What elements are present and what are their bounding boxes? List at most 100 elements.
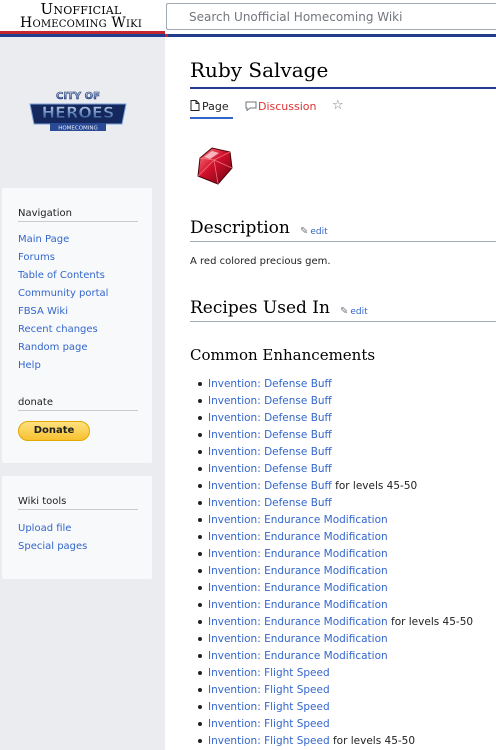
bullet-icon — [198, 569, 202, 573]
common-enhancements-heading: Common Enhancements — [190, 346, 376, 364]
logo-text-sub: HOMECOMING — [58, 126, 98, 132]
recipe-link[interactable]: Invention: Defense Buff — [208, 395, 332, 407]
bullet-icon — [198, 671, 202, 675]
logo-text-top: CITY OF — [56, 91, 100, 102]
sidebar: CITY OF HEROES HOMECOMING Navigation Mai… — [0, 37, 165, 750]
description-edit-label[interactable]: edit — [310, 227, 327, 237]
list-item: Invention: Defense Buff — [195, 462, 473, 479]
tab-discussion-label[interactable]: Discussion — [258, 100, 317, 113]
bullet-icon — [198, 688, 202, 692]
bullet-icon — [198, 535, 202, 539]
page-title-underline — [190, 87, 496, 89]
recipe-suffix: for levels 45-50 — [387, 616, 474, 628]
ruby-gem-icon — [197, 147, 233, 185]
description-heading: Description — [190, 218, 290, 238]
recipes-edit-link[interactable]: ✎ edit — [340, 306, 368, 317]
recipe-link[interactable]: Invention: Defense Buff — [208, 412, 332, 424]
recipe-link[interactable]: Invention: Endurance Modification — [208, 650, 388, 662]
recipe-link[interactable]: Invention: Endurance Modification — [208, 582, 388, 594]
recipes-heading: Recipes Used In — [190, 298, 330, 318]
navigation-heading: Navigation — [18, 208, 72, 219]
search-box[interactable] — [166, 3, 496, 30]
tab-page-underline — [190, 117, 233, 119]
bullet-icon — [198, 416, 202, 420]
tab-page-label[interactable]: Page — [202, 100, 229, 113]
navigation-rule — [18, 221, 138, 222]
bullet-icon — [198, 518, 202, 522]
wiki-tools-rule — [18, 509, 138, 510]
bullet-icon — [198, 654, 202, 658]
sidebar-item-random-page[interactable]: Random page — [18, 342, 88, 353]
page-icon — [190, 100, 200, 111]
bullet-icon — [198, 637, 202, 641]
donate-rule — [18, 410, 138, 411]
recipe-link[interactable]: Invention: Endurance Modification — [208, 633, 388, 645]
site-title-line1[interactable]: Unofficial — [0, 2, 162, 17]
page-title: Ruby Salvage — [190, 58, 329, 82]
recipe-link[interactable]: Invention: Defense Buff — [208, 463, 332, 475]
donate-button[interactable]: Donate — [18, 421, 90, 441]
recipe-link[interactable]: Invention: Defense Buff — [208, 378, 332, 390]
recipe-link[interactable]: Invention: Flight Speed — [208, 718, 330, 730]
list-item: Invention: Defense Buff — [195, 411, 473, 428]
speech-bubble-icon — [245, 101, 257, 112]
recipe-link[interactable]: Invention: Defense Buff — [208, 480, 332, 492]
recipes-list: Invention: Defense Buff Invention: Defens… — [195, 377, 473, 750]
site-title[interactable]: Unofficial Homecoming Wiki — [0, 2, 162, 31]
tab-page[interactable]: Page — [190, 100, 229, 113]
list-item: Invention: Endurance Modification — [195, 649, 473, 666]
recipe-suffix: for levels 45-50 — [331, 480, 418, 492]
sidebar-item-main-page[interactable]: Main Page — [18, 234, 69, 245]
bullet-icon — [198, 603, 202, 607]
bullet-icon — [198, 501, 202, 505]
bullet-icon — [198, 705, 202, 709]
recipe-link[interactable]: Invention: Endurance Modification — [208, 548, 388, 560]
recipe-link[interactable]: Invention: Endurance Modification — [208, 616, 388, 628]
list-item: Invention: Endurance Modification — [195, 547, 473, 564]
recipe-link[interactable]: Invention: Flight Speed — [208, 667, 330, 679]
sidebar-item-forums[interactable]: Forums — [18, 252, 55, 263]
list-item: Invention: Flight Speed — [195, 700, 473, 717]
bullet-icon — [198, 739, 202, 743]
recipe-link[interactable]: Invention: Defense Buff — [208, 497, 332, 509]
recipe-link[interactable]: Invention: Defense Buff — [208, 446, 332, 458]
list-item: Invention: Flight Speed — [195, 683, 473, 700]
tab-discussion[interactable]: Discussion — [245, 100, 317, 113]
recipe-link[interactable]: Invention: Flight Speed — [208, 735, 330, 747]
sidebar-item-recent-changes[interactable]: Recent changes — [18, 324, 98, 335]
list-item: Invention: Endurance Modification — [195, 598, 473, 615]
recipe-link[interactable]: Invention: Endurance Modification — [208, 531, 388, 543]
sidebar-item-help[interactable]: Help — [18, 360, 41, 371]
bullet-icon — [198, 620, 202, 624]
bullet-icon — [198, 382, 202, 386]
description-edit-link[interactable]: ✎ edit — [300, 226, 328, 237]
bullet-icon — [198, 467, 202, 471]
recipe-link[interactable]: Invention: Defense Buff — [208, 429, 332, 441]
recipe-link[interactable]: Invention: Endurance Modification — [208, 514, 388, 526]
bullet-icon — [198, 586, 202, 590]
bullet-icon — [198, 450, 202, 454]
recipe-link[interactable]: Invention: Flight Speed — [208, 701, 330, 713]
list-item: Invention: Flight Speed — [195, 717, 473, 734]
search-input[interactable] — [189, 5, 496, 28]
star-icon[interactable]: ☆ — [332, 98, 344, 113]
site-title-line2[interactable]: Homecoming Wiki — [0, 16, 162, 30]
recipe-link[interactable]: Invention: Endurance Modification — [208, 565, 388, 577]
list-item: Invention: Defense Buff — [195, 394, 473, 411]
recipe-link[interactable]: Invention: Endurance Modification — [208, 599, 388, 611]
sidebar-item-fbsa-wiki[interactable]: FBSA Wiki — [18, 306, 68, 317]
sidebar-item-special-pages[interactable]: Special pages — [18, 541, 87, 552]
sidebar-item-table-of-contents[interactable]: Table of Contents — [18, 270, 105, 281]
pencil-icon: ✎ — [300, 226, 309, 237]
list-item: Invention: Endurance Modification — [195, 530, 473, 547]
city-of-heroes-logo[interactable]: CITY OF HEROES HOMECOMING — [26, 84, 130, 132]
list-item: Invention: Defense Buff — [195, 496, 473, 513]
sidebar-item-upload-file[interactable]: Upload file — [18, 523, 71, 534]
description-rule — [190, 241, 496, 242]
list-item: Invention: Defense Buff — [195, 428, 473, 445]
list-item: Invention: Endurance Modification — [195, 564, 473, 581]
description-text: A red colored precious gem. — [190, 256, 331, 267]
recipes-edit-label[interactable]: edit — [350, 307, 367, 317]
sidebar-item-community-portal[interactable]: Community portal — [18, 288, 108, 299]
recipe-link[interactable]: Invention: Flight Speed — [208, 684, 330, 696]
